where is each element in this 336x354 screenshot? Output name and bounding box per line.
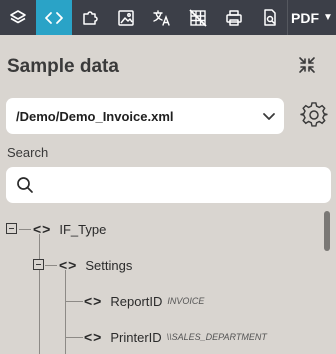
search-field[interactable] [6,167,331,203]
chevron-down-icon [263,113,275,120]
xml-element-icon: <> [84,329,103,345]
tree-guide-line [19,229,31,230]
tree-node[interactable]: <> PrinterID \\SALES_DEPARTMENT [84,328,267,346]
tree-node[interactable]: <> ReportID INVOICE [84,292,204,310]
sample-file-select[interactable]: /Demo/Demo_Invoice.xml [6,98,284,134]
panel-title: Sample data [7,56,119,77]
layers-icon[interactable] [0,0,36,35]
gear-icon[interactable] [297,98,331,132]
tree-node-label: IF_Type [59,221,107,237]
document-search-icon[interactable] [252,0,288,35]
tree-node[interactable]: <> IF_Type [33,220,106,238]
search-label: Search [7,145,49,160]
tree-scrollbar[interactable] [324,211,330,251]
search-icon [17,177,33,193]
tree-guide-line [65,270,66,354]
collapse-icon[interactable] [294,52,320,78]
sample-file-value: /Demo/Demo_Invoice.xml [16,108,174,124]
collapse-toggle[interactable] [33,259,44,270]
xml-element-icon: <> [33,221,52,237]
search-input[interactable] [44,173,324,197]
collapse-toggle[interactable] [6,223,17,234]
translate-icon[interactable] [144,0,180,35]
caret-down-icon: ▼ [323,12,333,23]
tree-node-value: \\SALES_DEPARTMENT [166,332,267,342]
tree-guide-line [65,337,83,338]
code-icon[interactable] [36,0,72,35]
grid-disabled-icon[interactable] [180,0,216,35]
tree-node[interactable]: <> Settings [59,256,132,274]
export-dropdown[interactable]: PDF ▼ [288,0,336,35]
xml-element-icon: <> [59,257,78,273]
export-label: PDF [291,9,320,26]
tree-node-label: Settings [85,257,133,273]
printer-icon[interactable] [216,0,252,35]
tree-guide-line [45,265,57,266]
tree-guide-line [39,234,40,354]
tree-node-value: INVOICE [167,296,205,306]
image-icon[interactable] [108,0,144,35]
top-toolbar: PDF ▼ [0,0,336,35]
tree-node-label: PrinterID [110,329,162,345]
tree-guide-line [65,301,83,302]
puzzle-icon[interactable] [72,0,108,35]
sample-data-tree: <> IF_Type <> Settings <> ReportID INVOI… [0,210,320,354]
xml-element-icon: <> [84,293,103,309]
tree-node-label: ReportID [110,293,163,309]
